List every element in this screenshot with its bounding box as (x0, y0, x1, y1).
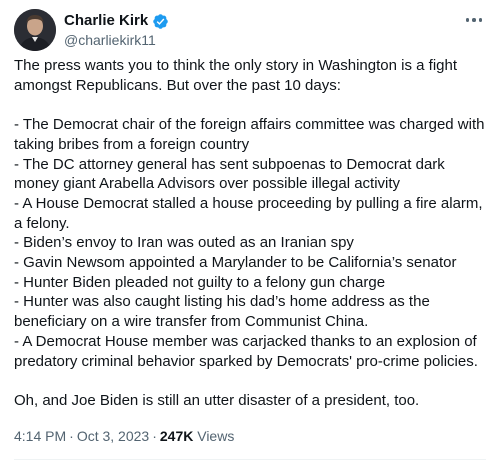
more-options-button[interactable] (462, 10, 486, 30)
avatar-photo-icon (14, 9, 56, 51)
tweet-time[interactable]: 4:14 PM (14, 428, 66, 444)
tweet-text: The press wants you to think the only st… (14, 56, 492, 411)
tweet-date[interactable]: Oct 3, 2023 (77, 428, 149, 444)
author-handle[interactable]: @charliekirk11 (64, 32, 156, 49)
tweet-list-item: - Hunter Biden pleaded not guilty to a f… (14, 273, 386, 291)
more-dot (478, 18, 483, 22)
avatar[interactable] (14, 9, 56, 51)
views-label: Views (197, 428, 235, 444)
author-name-row[interactable]: Charlie Kirk (64, 12, 169, 30)
author-name[interactable]: Charlie Kirk (64, 12, 148, 30)
tweet-closing: Oh, and Joe Biden is still an utter disa… (14, 391, 420, 409)
tweet-list-item: - A Democrat House member was carjacked … (14, 332, 478, 370)
tweet-list-item: - Gavin Newsom appointed a Marylander to… (14, 254, 457, 272)
tweet-card: Charlie Kirk @charliekirk11 The press wa… (0, 0, 500, 460)
tweet-list-item: - A House Democrat stalled a house proce… (14, 194, 483, 232)
tweet-intro: The press wants you to think the only st… (14, 57, 457, 94)
meta-separator: · (69, 428, 74, 444)
meta-separator: · (152, 428, 157, 444)
more-dot (465, 18, 470, 22)
views-count: 247K (159, 428, 194, 444)
tweet-list-item: - Hunter was also caught listing his dad… (14, 293, 430, 331)
more-dot (472, 18, 476, 22)
verified-badge-icon (153, 13, 168, 29)
tweet-list-item: - The Democrat chair of the foreign affa… (14, 116, 485, 153)
tweet-list-item: - The DC attorney general has sent subpo… (14, 155, 445, 193)
tweet-list-item: - Biden’s envoy to Iran was outed as an … (14, 234, 354, 252)
tweet-meta: 4:14 PM · Oct 3, 2023 · 247K Views (14, 428, 234, 445)
